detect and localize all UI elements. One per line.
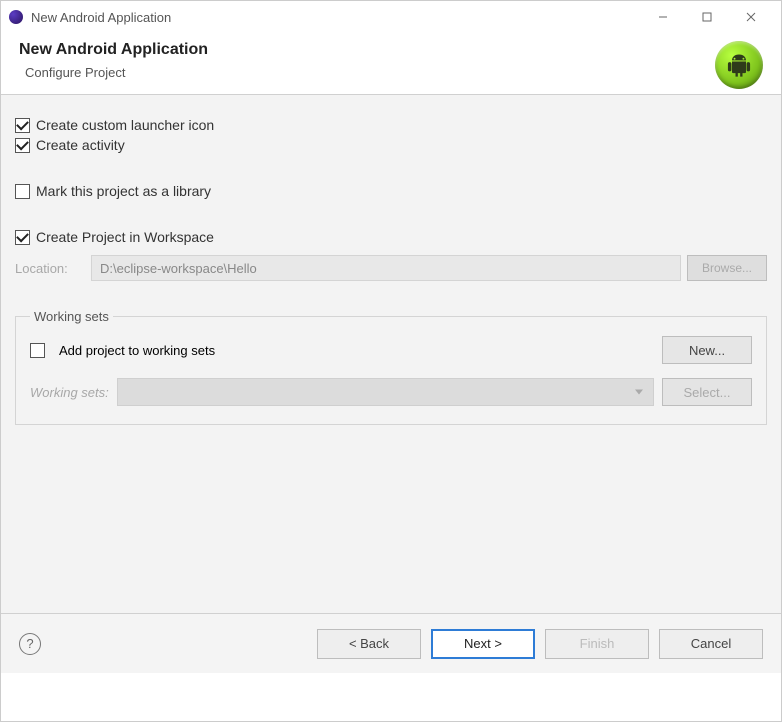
eclipse-icon — [9, 10, 23, 24]
location-label: Location: — [15, 261, 85, 276]
new-working-set-button[interactable]: New... — [662, 336, 752, 364]
select-working-set-button: Select... — [662, 378, 752, 406]
label-in-workspace: Create Project in Workspace — [36, 229, 214, 245]
label-add-working-sets: Add project to working sets — [59, 343, 215, 358]
option-mark-library: Mark this project as a library — [15, 183, 767, 199]
next-button[interactable]: Next > — [431, 629, 535, 659]
wizard-footer: ? < Back Next > Finish Cancel — [1, 613, 781, 673]
help-icon[interactable]: ? — [19, 633, 41, 655]
working-sets-group: Working sets Add project to working sets… — [15, 309, 767, 425]
label-mark-library: Mark this project as a library — [36, 183, 211, 199]
checkbox-custom-launcher[interactable] — [15, 118, 30, 133]
page-subtitle: Configure Project — [19, 65, 763, 80]
location-row: Location: Browse... — [15, 255, 767, 281]
minimize-button[interactable] — [641, 2, 685, 32]
option-custom-launcher: Create custom launcher icon — [15, 117, 767, 133]
window-title: New Android Application — [31, 10, 641, 25]
cancel-button[interactable]: Cancel — [659, 629, 763, 659]
checkbox-mark-library[interactable] — [15, 184, 30, 199]
browse-button: Browse... — [687, 255, 767, 281]
checkbox-add-working-sets[interactable] — [30, 343, 45, 358]
label-custom-launcher: Create custom launcher icon — [36, 117, 214, 133]
close-button[interactable] — [729, 2, 773, 32]
option-in-workspace: Create Project in Workspace — [15, 229, 767, 245]
window-titlebar: New Android Application — [1, 1, 781, 33]
working-sets-select-row: Working sets: Select... — [30, 378, 752, 406]
checkbox-in-workspace[interactable] — [15, 230, 30, 245]
wizard-content: Create custom launcher icon Create activ… — [1, 95, 781, 673]
android-icon — [715, 41, 763, 89]
working-sets-legend: Working sets — [30, 309, 113, 324]
working-sets-field-label: Working sets: — [30, 385, 109, 400]
page-title: New Android Application — [19, 41, 763, 59]
working-sets-dropdown — [117, 378, 654, 406]
finish-button: Finish — [545, 629, 649, 659]
location-input — [91, 255, 681, 281]
maximize-button[interactable] — [685, 2, 729, 32]
option-create-activity: Create activity — [15, 137, 767, 153]
back-button[interactable]: < Back — [317, 629, 421, 659]
wizard-header: New Android Application Configure Projec… — [1, 33, 781, 95]
checkbox-create-activity[interactable] — [15, 138, 30, 153]
working-sets-add-row: Add project to working sets New... — [30, 336, 752, 364]
label-create-activity: Create activity — [36, 137, 125, 153]
